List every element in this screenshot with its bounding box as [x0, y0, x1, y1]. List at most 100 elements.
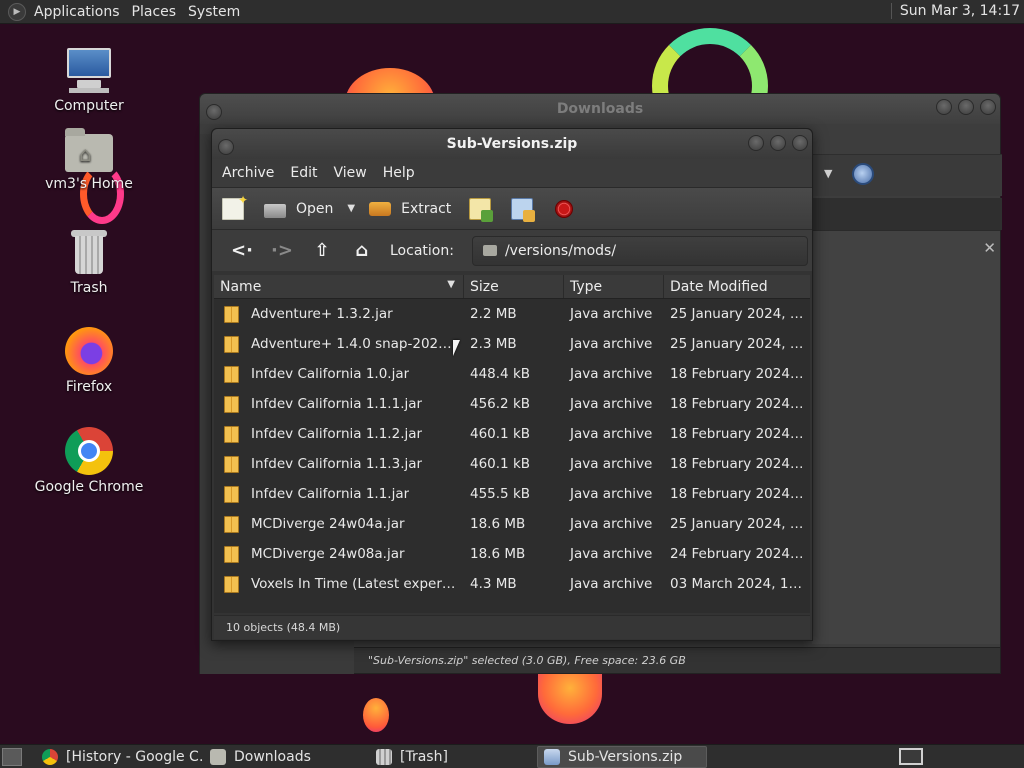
- file-name: Infdev California 1.0.jar: [251, 366, 410, 382]
- jar-file-icon: [224, 425, 239, 443]
- trash-icon: [65, 228, 113, 276]
- task-trash[interactable]: [Trash]: [370, 746, 534, 768]
- column-header-size[interactable]: Size: [464, 275, 564, 298]
- file-view[interactable]: ✕: [812, 230, 1000, 644]
- jar-file-icon: [224, 365, 239, 383]
- file-name: MCDiverge 24w04a.jar: [251, 516, 405, 532]
- menu-help[interactable]: Help: [375, 165, 423, 181]
- file-size: 2.3 MB: [470, 336, 517, 352]
- window-menu-button[interactable]: [218, 139, 234, 155]
- task-history-chrome[interactable]: [History - Google C…: [36, 746, 202, 768]
- stop-icon[interactable]: [555, 199, 574, 218]
- sort-descending-icon: ▼: [447, 279, 455, 290]
- file-type: Java archive: [570, 486, 653, 502]
- up-button[interactable]: ⇧: [302, 241, 342, 260]
- table-row[interactable]: Voxels In Time (Latest experime… 4.3 MB Ja…: [214, 569, 810, 599]
- column-header-type[interactable]: Type: [564, 275, 664, 298]
- file-date: 18 February 2024, 10…: [670, 456, 810, 472]
- forward-button[interactable]: ·>: [262, 241, 302, 260]
- table-row[interactable]: Infdev California 1.0.jar 448.4 kB Java ar…: [214, 359, 810, 389]
- location-bar: [812, 198, 1002, 230]
- maximize-button[interactable]: [770, 135, 786, 151]
- show-desktop-button[interactable]: [2, 747, 22, 766]
- maximize-button[interactable]: [958, 99, 974, 115]
- file-date: 03 March 2024, 13:07: [670, 576, 810, 592]
- workspace-switcher[interactable]: [899, 748, 923, 765]
- file-size: 455.5 kB: [470, 486, 531, 502]
- menu-logo-icon[interactable]: ▶: [8, 2, 26, 21]
- top-panel: ▶ Applications Places System Sun Mar 3, …: [0, 0, 1024, 24]
- places-menu[interactable]: Places: [132, 4, 177, 20]
- extract-button[interactable]: Extract: [369, 201, 451, 217]
- home-folder-icon: ⌂: [65, 128, 113, 172]
- file-name: Adventure+ 1.4.0 snap-2024012…: [251, 336, 458, 352]
- new-archive-icon[interactable]: [222, 193, 248, 220]
- menu-edit[interactable]: Edit: [282, 165, 325, 181]
- window-titlebar[interactable]: Sub-Versions.zip: [212, 129, 812, 159]
- table-row[interactable]: MCDiverge 24w08a.jar 18.6 MB Java archive 2…: [214, 539, 810, 569]
- search-icon[interactable]: [852, 163, 874, 185]
- desktop-icon-trash[interactable]: Trash: [34, 228, 144, 296]
- file-type: Java archive: [570, 546, 653, 562]
- table-row[interactable]: Adventure+ 1.3.2.jar 2.2 MB Java archive 25…: [214, 299, 810, 329]
- column-header-date[interactable]: Date Modified: [664, 275, 810, 298]
- add-files-icon[interactable]: [469, 197, 494, 222]
- file-rows: Adventure+ 1.3.2.jar 2.2 MB Java archive 25…: [214, 299, 810, 599]
- location-label: Location:: [390, 242, 454, 259]
- file-size: 18.6 MB: [470, 546, 526, 562]
- location-field[interactable]: /versions/mods/: [471, 235, 808, 266]
- table-row[interactable]: Infdev California 1.1.jar 455.5 kB Java ar…: [214, 479, 810, 509]
- desktop-icon-computer[interactable]: Computer: [34, 46, 144, 114]
- table-row[interactable]: Adventure+ 1.4.0 snap-2024012… 2.3 MB Java…: [214, 329, 810, 359]
- menu-view[interactable]: View: [326, 165, 375, 181]
- close-button[interactable]: [792, 135, 808, 151]
- file-name: Adventure+ 1.3.2.jar: [251, 306, 393, 322]
- file-type: Java archive: [570, 336, 653, 352]
- minimize-button[interactable]: [748, 135, 764, 151]
- minimize-button[interactable]: [936, 99, 952, 115]
- system-menu[interactable]: System: [188, 4, 240, 20]
- archive-manager-window: Sub-Versions.zip Archive Edit View Help …: [211, 128, 813, 641]
- desktop-icon-chrome[interactable]: Google Chrome: [34, 427, 144, 495]
- jar-file-icon: [224, 545, 239, 563]
- close-icon[interactable]: ✕: [983, 239, 996, 257]
- desktop-icon-firefox[interactable]: Firefox: [34, 327, 144, 395]
- folder-icon: [482, 245, 497, 256]
- home-button[interactable]: ⌂: [342, 241, 382, 260]
- mouse-pointer-icon: [453, 340, 460, 356]
- desktop-icon-home[interactable]: ⌂ vm3's Home: [34, 124, 144, 192]
- window-title: Downloads: [556, 101, 644, 117]
- desktop-icon-label: Google Chrome: [34, 479, 144, 495]
- window-menu-button[interactable]: [206, 104, 222, 120]
- back-button[interactable]: <·: [222, 241, 262, 260]
- table-row[interactable]: MCDiverge 24w04a.jar 18.6 MB Java archive 2…: [214, 509, 810, 539]
- table-row[interactable]: Infdev California 1.1.2.jar 460.1 kB Java …: [214, 419, 810, 449]
- close-button[interactable]: [980, 99, 996, 115]
- menu-archive[interactable]: Archive: [214, 165, 282, 181]
- desktop-icon-label: Trash: [70, 280, 108, 296]
- file-type: Java archive: [570, 366, 653, 382]
- open-button[interactable]: Open: [264, 200, 333, 218]
- file-date: 18 February 2024, 10…: [670, 396, 810, 412]
- add-folder-icon[interactable]: [511, 197, 536, 222]
- chevron-down-icon[interactable]: ▼: [824, 167, 832, 180]
- file-size: 2.2 MB: [470, 306, 517, 322]
- desktop-icon-label: vm3's Home: [45, 176, 133, 192]
- open-dropdown-button[interactable]: ▼: [347, 203, 355, 214]
- file-size: 4.3 MB: [470, 576, 517, 592]
- file-name-cell: MCDiverge 24w04a.jar: [214, 515, 464, 533]
- window-titlebar[interactable]: Downloads: [200, 94, 1000, 124]
- column-header-name[interactable]: Name ▼: [214, 275, 464, 298]
- clock[interactable]: Sun Mar 3, 14:17: [890, 3, 1020, 19]
- task-downloads[interactable]: Downloads: [204, 746, 368, 768]
- trash-icon: [376, 748, 392, 765]
- applications-menu[interactable]: Applications: [34, 4, 120, 20]
- table-row[interactable]: Infdev California 1.1.1.jar 456.2 kB Java …: [214, 389, 810, 419]
- window-title: Sub-Versions.zip: [446, 136, 578, 152]
- jar-file-icon: [224, 515, 239, 533]
- archive-icon: [544, 748, 560, 765]
- table-row[interactable]: Infdev California 1.1.3.jar 460.1 kB Java …: [214, 449, 810, 479]
- task-sub-versions[interactable]: Sub-Versions.zip: [537, 745, 707, 768]
- jar-file-icon: [224, 455, 239, 473]
- chrome-icon: [65, 427, 113, 475]
